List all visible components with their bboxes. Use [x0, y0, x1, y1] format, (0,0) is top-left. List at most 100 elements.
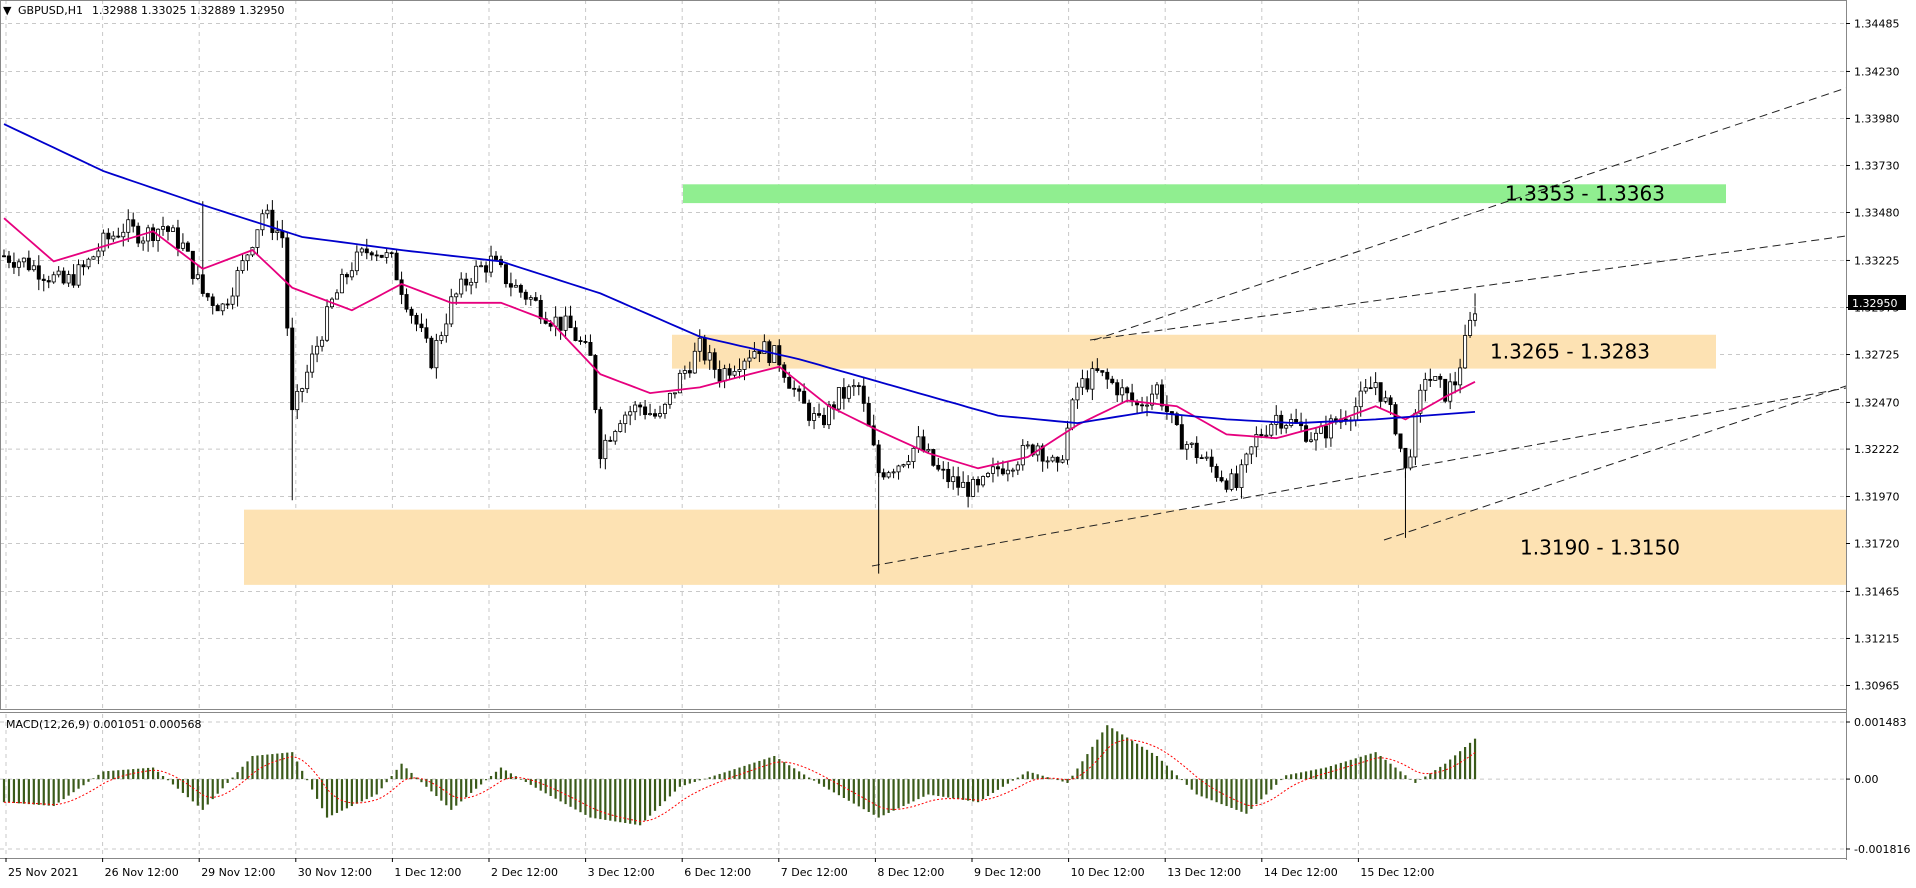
macd-bar — [857, 779, 860, 807]
macd-bar — [504, 770, 508, 780]
macd-bar — [196, 779, 199, 806]
macd-bar — [335, 779, 339, 813]
macd-bar — [226, 779, 229, 783]
candle-body — [116, 235, 121, 238]
candle-body — [66, 274, 71, 284]
macd-bar — [1016, 777, 1019, 780]
candle-body — [300, 388, 305, 392]
candle-body — [16, 261, 21, 268]
macd-bar — [1389, 763, 1392, 780]
candle-body — [1309, 439, 1314, 442]
macd-bar — [763, 759, 766, 780]
macd-bar — [1260, 779, 1263, 800]
macd-bar — [241, 766, 244, 780]
price-axis: 1.34485 1.34230 1.33980 1.33730 1.33480 1.332… — [1846, 18, 1900, 692]
macd-bar — [1314, 769, 1318, 780]
candle-body — [11, 262, 16, 268]
candle-body — [841, 387, 846, 399]
candle-body — [722, 368, 727, 382]
price-tick-label: 1.31970 — [1854, 490, 1900, 503]
macd-bar — [236, 772, 239, 780]
macd-bar — [624, 779, 627, 823]
candle-body — [802, 390, 807, 404]
macd-bar — [1285, 775, 1288, 780]
macd-bar — [32, 779, 35, 805]
time-tick-label: 1 Dec 12:00 — [394, 866, 461, 879]
macd-bar — [957, 779, 960, 800]
macd-bar — [1175, 775, 1178, 780]
candle-body — [334, 292, 339, 300]
macd-bar — [1364, 755, 1367, 780]
candle-body — [320, 339, 325, 347]
candle-body — [1433, 376, 1438, 381]
candle-body — [151, 227, 156, 241]
candle-body — [563, 315, 568, 331]
candle-body — [434, 340, 439, 369]
macd-bar — [67, 779, 70, 796]
macd-bar — [927, 779, 930, 795]
candle-body — [161, 226, 166, 230]
menu-arrow-icon[interactable]: ▼ — [3, 4, 12, 17]
macd-bar — [678, 779, 681, 787]
macd-bar — [82, 779, 85, 786]
macd-bar — [544, 779, 547, 794]
macd-bar — [1006, 779, 1009, 784]
candle-body — [280, 230, 285, 239]
candle-body — [1164, 405, 1169, 412]
candle-body — [339, 274, 344, 294]
candle-body — [1060, 459, 1065, 463]
candle-body — [951, 476, 956, 483]
candle-body — [51, 274, 56, 283]
candle-body — [126, 219, 131, 233]
time-tick-label: 15 Dec 12:00 — [1360, 866, 1434, 879]
macd-tick-label: 0.00 — [1854, 773, 1879, 786]
candle-body — [836, 387, 841, 410]
macd-bar — [698, 779, 701, 781]
macd-bar — [589, 779, 592, 818]
candle-body — [464, 278, 469, 286]
candle-body — [449, 296, 454, 325]
macd-bar — [1473, 738, 1477, 780]
candle-body — [484, 265, 489, 273]
macd-bar — [350, 779, 353, 807]
macd-bar — [1394, 767, 1397, 780]
candle-body — [235, 270, 240, 297]
candle-body — [1110, 378, 1115, 384]
candle-body — [146, 227, 151, 242]
macd-bar — [1439, 766, 1442, 780]
macd-bar — [281, 753, 284, 780]
macd-bar — [703, 778, 706, 780]
macd-bar — [673, 779, 677, 792]
candle-body — [1145, 404, 1150, 407]
candle-body — [1468, 319, 1473, 336]
candle-body — [6, 255, 11, 263]
macd-bar — [1046, 777, 1049, 780]
candle-body — [990, 466, 995, 474]
macd-bar — [922, 779, 925, 797]
candle-body — [936, 464, 941, 470]
candle-body — [682, 370, 687, 374]
macd-bar — [440, 779, 443, 801]
candle-body — [369, 252, 374, 256]
candle-body — [538, 299, 543, 320]
macd-bar — [330, 779, 334, 816]
candle-body — [1189, 442, 1194, 445]
candle-body — [618, 423, 623, 432]
macd-bar — [1021, 774, 1024, 780]
macd-bar — [708, 777, 711, 780]
candle-body — [1005, 469, 1010, 475]
macd-bar — [1275, 779, 1278, 785]
macd-bar — [937, 779, 940, 797]
candle-body — [210, 296, 215, 306]
macd-bar — [1031, 772, 1034, 780]
candle-body — [797, 388, 802, 392]
current-price-label: 1.32950 — [1852, 297, 1898, 310]
candle-body — [822, 414, 827, 426]
price-chart[interactable]: ▼ GBPUSD,H1 1.32988 1.33025 1.32889 1.32… — [0, 0, 1916, 884]
candle-body — [459, 278, 464, 295]
macd-bar — [465, 779, 468, 798]
macd-bar — [1334, 764, 1337, 780]
price-tick-label: 1.31465 — [1854, 585, 1900, 598]
macd-bar — [534, 779, 537, 788]
candle-body — [787, 377, 792, 389]
